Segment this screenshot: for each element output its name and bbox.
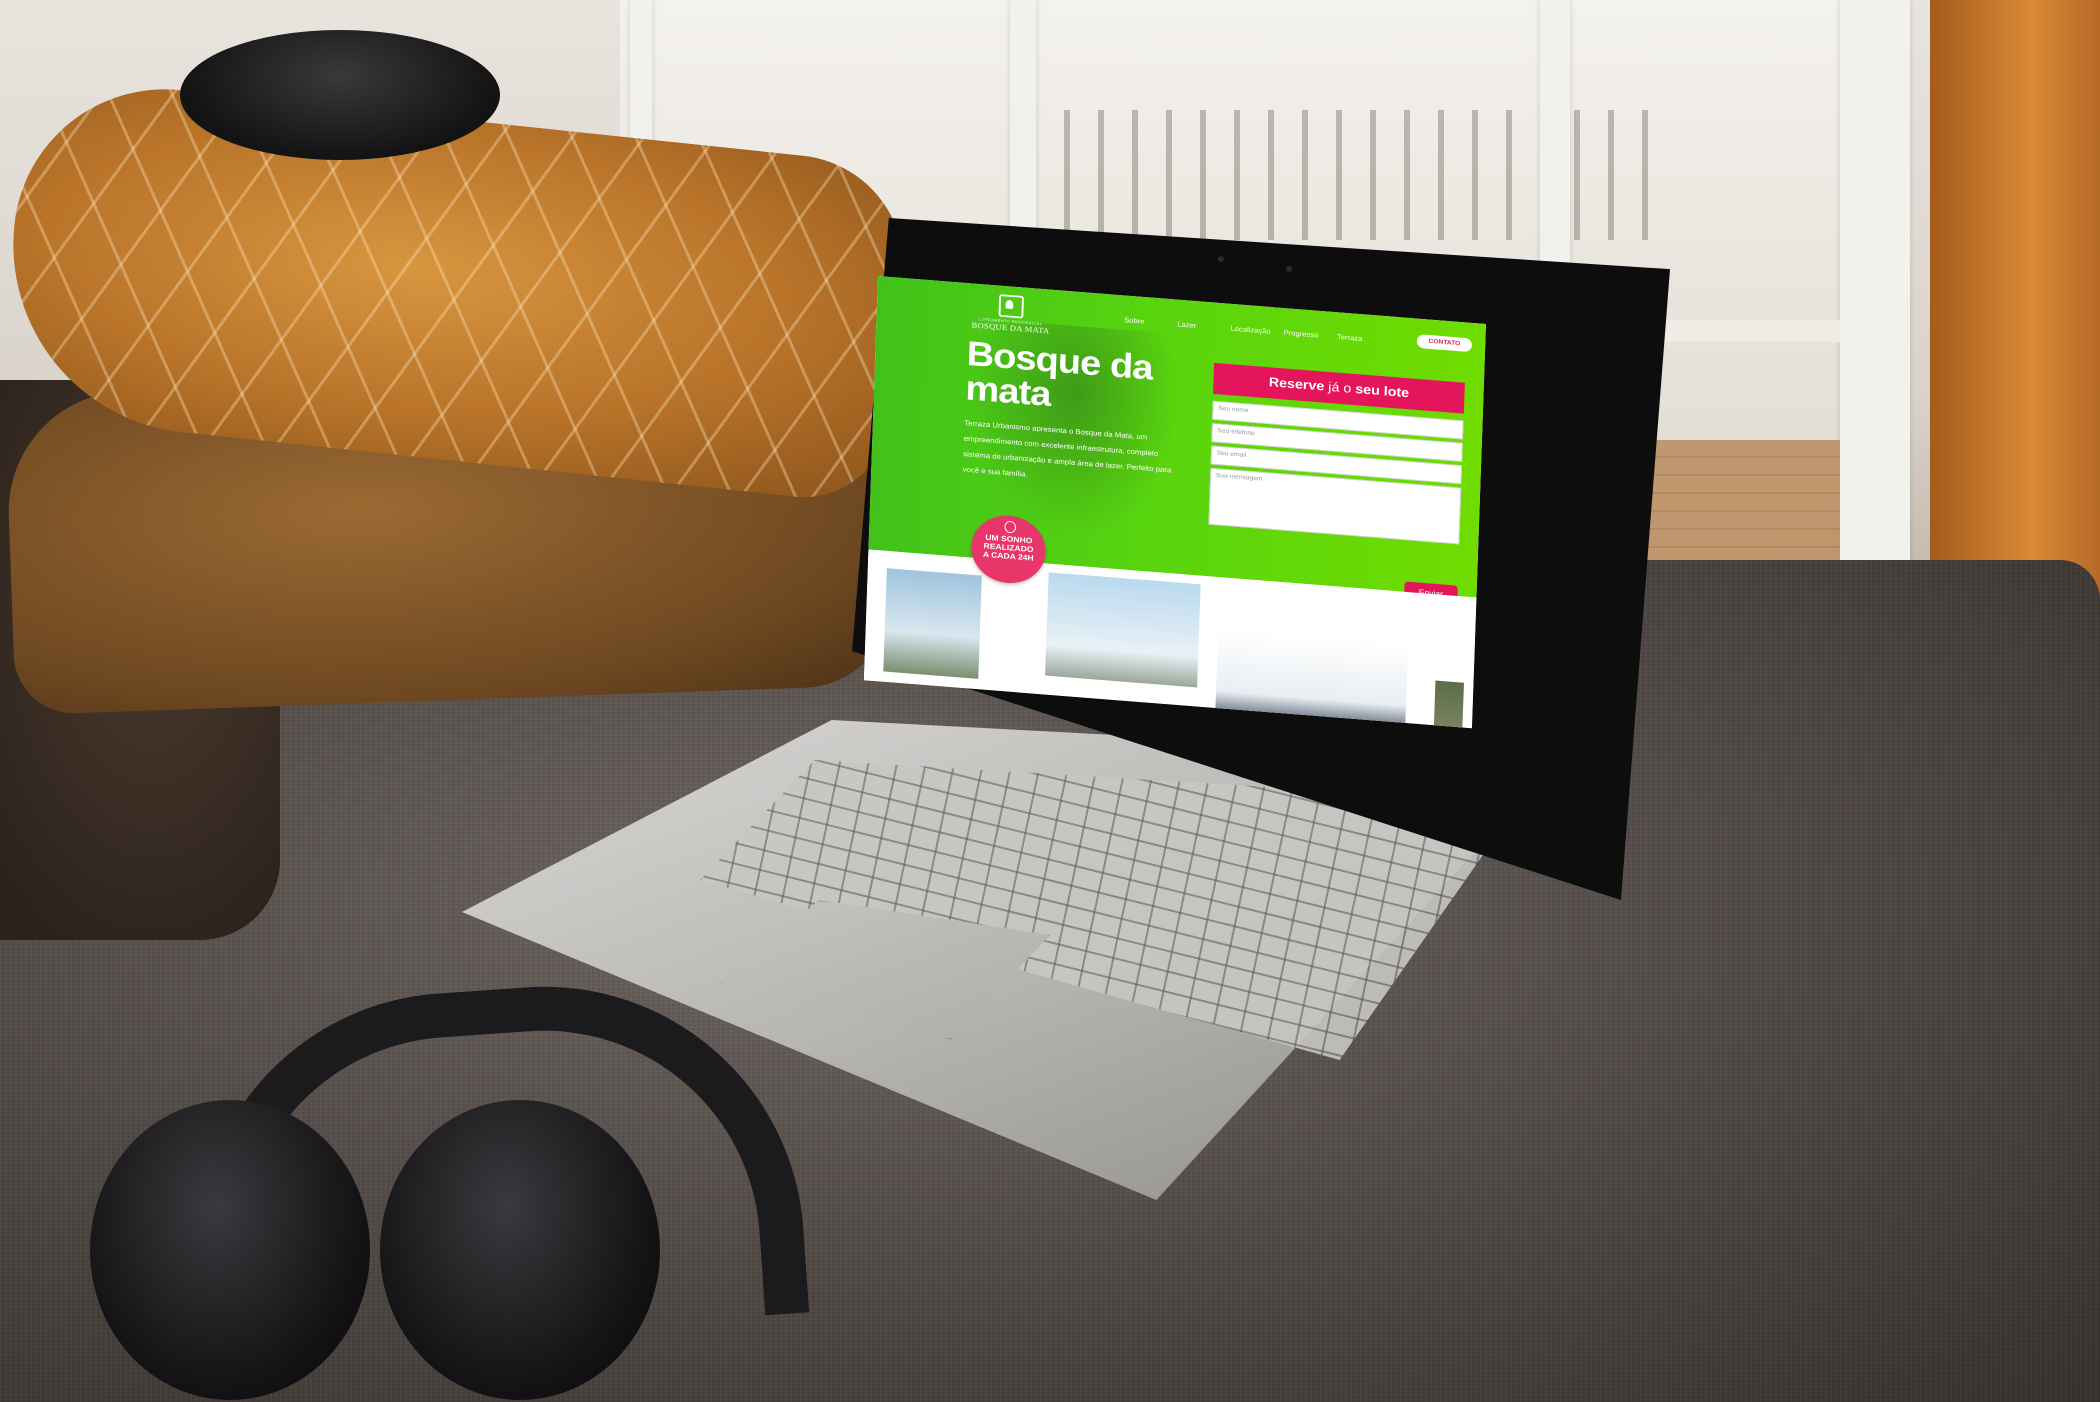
nav-item-progresso[interactable]: Progresso [1284,329,1337,341]
hero-title: Bosque da mata [965,335,1157,421]
form-heading-reserve: Reserve [1268,375,1325,395]
nav-item-lazer[interactable]: Lazer [1177,320,1230,332]
nav-menu: Sobre Lazer Localização Progresso Terraz… [1124,316,1390,345]
hero-section: LOTEAMENTO RESIDENCIAL BOSQUE DA MATA So… [868,276,1486,605]
form-heading-seu-lote: seu lote [1354,381,1410,401]
balcony-railing [1030,110,1670,240]
form-heading-ja-o: já o [1328,379,1352,397]
laptop-screen-website: LOTEAMENTO RESIDENCIAL BOSQUE DA MATA So… [863,276,1486,729]
reservation-form: Reserve já o seu lote Seu nome Seu telef… [1208,362,1465,605]
site-logo[interactable]: LOTEAMENTO RESIDENCIAL BOSQUE DA MATA [968,292,1055,338]
nav-item-terraza[interactable]: Terraza [1337,333,1390,345]
black-speaker [180,30,500,160]
gallery-photo[interactable] [1431,680,1464,729]
headphones-left-cup [90,1100,370,1400]
nav-item-localizacao[interactable]: Localização [1230,325,1283,337]
apple-icon [1004,520,1017,534]
badge-text: UM SONHO REALIZADO A CADA 24H [971,532,1046,564]
gallery-photo[interactable] [1045,572,1201,688]
tree-logo-icon [998,294,1024,319]
contact-button[interactable]: CONTATO [1416,334,1473,353]
sensor-icon [1286,266,1292,272]
headphones-right-cup [380,1100,660,1400]
nav-item-sobre[interactable]: Sobre [1124,316,1177,328]
gallery-photo[interactable] [883,568,982,679]
camera-icon [1218,256,1224,262]
